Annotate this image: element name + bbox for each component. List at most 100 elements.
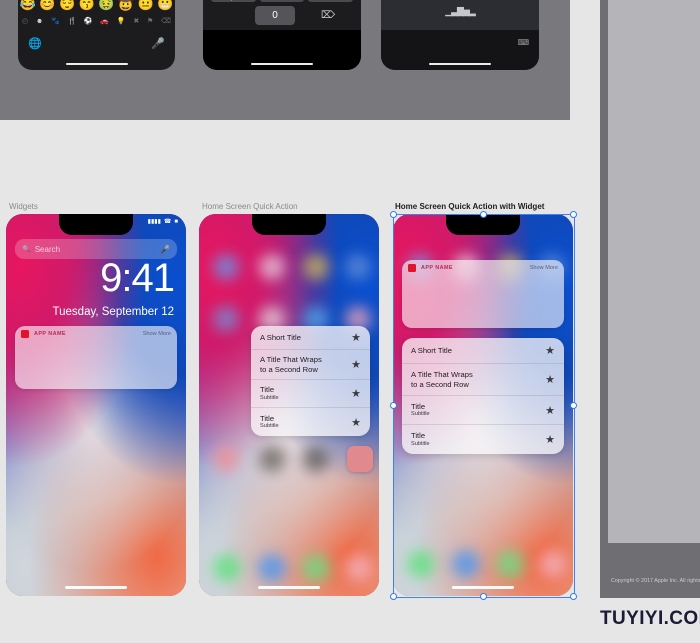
emoji-category-bar[interactable]: ◴ ☻ 🐾 🍴 ⚽ 🚗 💡 ✖ ⚑ ⌫: [22, 14, 171, 28]
objects-icon[interactable]: 💡: [117, 17, 126, 25]
star-icon: ★: [545, 404, 555, 417]
keypad-row-top[interactable]: PQRS TUV WXYZ: [203, 0, 361, 2]
menu-item-text: A Short Title: [260, 333, 345, 342]
home-indicator: [65, 586, 127, 589]
selection-handle-bottom-left[interactable]: [390, 593, 397, 600]
artboard-widgets[interactable]: ▮▮▮▮ ☎ ■ 🔍 Search 🎤 9:41 Tuesday, Septem…: [6, 214, 186, 596]
menu-item[interactable]: A Title That Wraps to a Second Row ★: [251, 350, 370, 380]
keypad-row-bottom[interactable]: 0 ⌦: [203, 5, 361, 26]
selection-handle-top-left[interactable]: [390, 211, 397, 218]
widget-card[interactable]: APP NAME Show More: [15, 326, 177, 389]
next-page-panel: [600, 0, 700, 598]
globe-icon[interactable]: 🌐: [28, 37, 42, 50]
home-indicator: [251, 62, 313, 65]
clock-icon[interactable]: ◴: [22, 17, 28, 25]
home-indicator: [452, 586, 514, 589]
dock-icon-blur: [407, 550, 435, 578]
delete-icon[interactable]: ⌫: [161, 17, 171, 25]
menu-item-title: Title: [260, 385, 275, 395]
widget-card[interactable]: APP NAME Show More: [402, 260, 564, 328]
menu-item-subtitle: Subtitle: [260, 394, 279, 401]
app-icon-pressed[interactable]: [347, 446, 373, 472]
dictation-fragment[interactable]: ▁▃▇▅▂ ⌨: [381, 0, 539, 70]
home-indicator: [65, 62, 128, 65]
mic-icon[interactable]: 🎤: [151, 37, 165, 50]
artboard-label-quick-action: Home Screen Quick Action: [202, 202, 298, 211]
menu-item-text: Title Subtitle: [260, 385, 345, 401]
mic-icon[interactable]: 🎤: [160, 245, 170, 254]
star-icon: ★: [351, 359, 361, 371]
emoji-keyboard-fragment[interactable]: 😂 😊 😌 😙 🤢 🤠 😐 😬 ◴ ☻ 🐾 🍴 ⚽ 🚗 💡 ✖ ⚑ ⌫ 🌐 🎤: [18, 0, 175, 70]
quick-action-menu[interactable]: A Short Title ★ A Title That Wraps to a …: [251, 326, 370, 436]
keyboard-icon[interactable]: ⌨: [517, 38, 529, 47]
animals-icon[interactable]: 🐾: [51, 17, 60, 25]
sports-icon[interactable]: ⚽: [84, 17, 93, 25]
status-bar: ▮▮▮▮ ☎ ■: [148, 218, 178, 226]
widget-app-name: APP NAME: [34, 330, 66, 337]
artboard-quick-action[interactable]: A Short Title ★ A Title That Wraps to a …: [199, 214, 379, 596]
home-indicator: [429, 62, 491, 65]
keypad-key-9[interactable]: WXYZ: [308, 0, 354, 2]
selection-handle-bottom-center[interactable]: [480, 593, 487, 600]
star-icon: ★: [351, 332, 361, 344]
emoji-key[interactable]: 😌: [59, 0, 75, 10]
emoji-bottom-bar[interactable]: 🌐 🎤: [18, 30, 175, 56]
show-more-button[interactable]: Show More: [143, 331, 171, 337]
menu-item[interactable]: Title Subtitle ★: [402, 396, 564, 425]
travel-icon[interactable]: 🚗: [100, 17, 109, 25]
keypad-key-8[interactable]: TUV: [259, 0, 305, 2]
app-icon-blur: [259, 446, 285, 472]
widget-header: APP NAME Show More: [402, 260, 564, 275]
artboard-quick-action-with-widget[interactable]: APP NAME Show More A Short Title ★ A Tit…: [393, 214, 573, 596]
notch: [252, 214, 326, 235]
keypad-key-sub: TUV: [260, 0, 305, 1]
emoji-key[interactable]: 🤠: [118, 0, 134, 10]
keypad-fragment[interactable]: PQRS TUV WXYZ 0 ⌦: [203, 0, 361, 70]
notch: [59, 214, 133, 235]
menu-item[interactable]: A Short Title ★: [251, 326, 370, 350]
app-icon-blur: [259, 254, 285, 280]
symbols-icon[interactable]: ✖: [133, 17, 139, 25]
search-placeholder: Search: [34, 244, 61, 254]
widget-app-name: APP NAME: [421, 264, 453, 271]
selection-handle-middle-right[interactable]: [570, 402, 577, 409]
emoji-key[interactable]: 😙: [79, 0, 95, 10]
emoji-key[interactable]: 😂: [20, 0, 36, 10]
keypad-key-7[interactable]: PQRS: [211, 0, 256, 2]
selection-handle-middle-left[interactable]: [390, 402, 397, 409]
selection-handle-top-center[interactable]: [480, 211, 487, 218]
menu-item[interactable]: Title Subtitle ★: [402, 425, 564, 454]
menu-item-title-line2: to a Second Row: [411, 379, 469, 389]
menu-item[interactable]: Title Subtitle ★: [251, 408, 370, 436]
copyright-text: Copyright © 2017 Apple Inc. All rights: [611, 578, 700, 584]
keypad-safe-area: [203, 30, 361, 70]
emoji-key[interactable]: 🤢: [98, 0, 114, 10]
menu-item[interactable]: A Short Title ★: [402, 338, 564, 364]
show-more-button[interactable]: Show More: [530, 265, 558, 271]
menu-item-text: A Short Title: [411, 346, 539, 355]
canvas: Copyright © 2017 Apple Inc. All rights T…: [0, 0, 700, 643]
emoji-key[interactable]: 😐: [137, 0, 153, 10]
emoji-key[interactable]: 😊: [39, 0, 55, 10]
app-icon-blur: [345, 254, 371, 280]
keypad-delete-icon[interactable]: ⌦: [321, 10, 335, 21]
food-icon[interactable]: 🍴: [67, 17, 76, 25]
menu-item-title: Title: [411, 401, 426, 411]
menu-item[interactable]: Title Subtitle ★: [251, 380, 370, 408]
quick-action-menu[interactable]: A Short Title ★ A Title That Wraps to a …: [402, 338, 564, 454]
menu-item[interactable]: A Title That Wraps to a Second Row ★: [402, 364, 564, 396]
flags-icon[interactable]: ⚑: [147, 17, 153, 25]
star-icon: ★: [545, 434, 555, 446]
keypad-key-0[interactable]: 0: [255, 6, 295, 25]
smiley-icon[interactable]: ☻: [36, 18, 43, 25]
watermark: TUYIYI.COM: [600, 608, 700, 629]
menu-item-title: Title: [260, 413, 275, 423]
emoji-key[interactable]: 😬: [157, 0, 173, 10]
dock-icon-blur: [213, 554, 241, 582]
dock-icon-blur: [258, 554, 286, 582]
selection-handle-bottom-right[interactable]: [570, 593, 577, 600]
dock-icon-blur: [452, 550, 480, 578]
menu-item-title: Title: [411, 431, 426, 441]
selection-handle-top-right[interactable]: [570, 211, 577, 218]
emoji-row[interactable]: 😂 😊 😌 😙 🤢 🤠 😐 😬: [18, 0, 175, 14]
